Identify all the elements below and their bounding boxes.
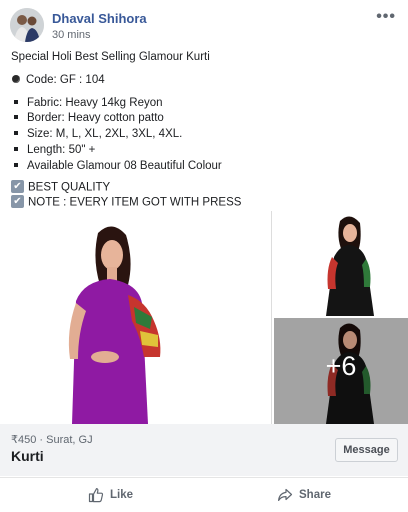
like-label: Like [110, 489, 134, 501]
bullet-icon [14, 115, 18, 120]
post-line-length: Length: 50" + [27, 143, 96, 156]
post-line-size: Size: M, L, XL, 2XL, 3XL, 4XL. [27, 128, 183, 141]
post-text: Special Holi Best Selling Glamour Kurti … [11, 50, 401, 211]
bullet-icon [14, 162, 18, 167]
share-button[interactable]: Share [277, 478, 331, 512]
post-line-note: NOTE : EVERY ITEM GOT WITH PRESS [28, 196, 242, 209]
post-actions: Like Share [0, 477, 408, 512]
check-icon: ✔ [11, 179, 24, 193]
like-button[interactable]: Like [88, 478, 133, 512]
post-line-quality: BEST QUALITY [28, 181, 111, 194]
bullet-dot-icon [12, 74, 20, 83]
bullet-icon [14, 146, 18, 151]
more-photos-count[interactable]: +6 [274, 351, 408, 382]
bullet-icon [14, 131, 18, 136]
photo-thumb-1[interactable] [274, 211, 408, 316]
marketplace-listing: ₹450 · Surat, GJ Kurti Message [0, 424, 408, 476]
post-line-code: Code: GF : 104 [26, 73, 105, 86]
post-line-border: Border: Heavy cotton patto [27, 112, 164, 125]
post-header: Dhaval Shihora 30 mins ••• [10, 8, 400, 44]
bullet-icon [14, 99, 18, 104]
post-time[interactable]: 30 mins [52, 29, 91, 41]
post-line-fabric: Fabric: Heavy 14kg Reyon [27, 96, 163, 109]
share-icon [278, 488, 293, 501]
message-button[interactable]: Message [335, 438, 398, 462]
post-line-title: Special Holi Best Selling Glamour Kurti [11, 51, 210, 63]
avatar[interactable] [10, 8, 44, 42]
thumbs-up-icon [88, 488, 104, 503]
post-card: Dhaval Shihora 30 mins ••• Special Holi … [0, 0, 408, 512]
post-line-colours: Available Glamour 08 Beautiful Colour [27, 159, 222, 172]
listing-price-location: ₹450 · Surat, GJ [11, 434, 93, 446]
share-label: Share [299, 489, 331, 501]
photo-grid: +6 [0, 211, 408, 424]
photo-thumb-more[interactable]: +6 [274, 318, 408, 424]
check-icon: ✔ [11, 195, 24, 209]
listing-title[interactable]: Kurti [11, 448, 44, 464]
photo-main[interactable] [0, 211, 272, 424]
more-options-icon[interactable]: ••• [376, 8, 396, 26]
author-name[interactable]: Dhaval Shihora [52, 11, 147, 26]
